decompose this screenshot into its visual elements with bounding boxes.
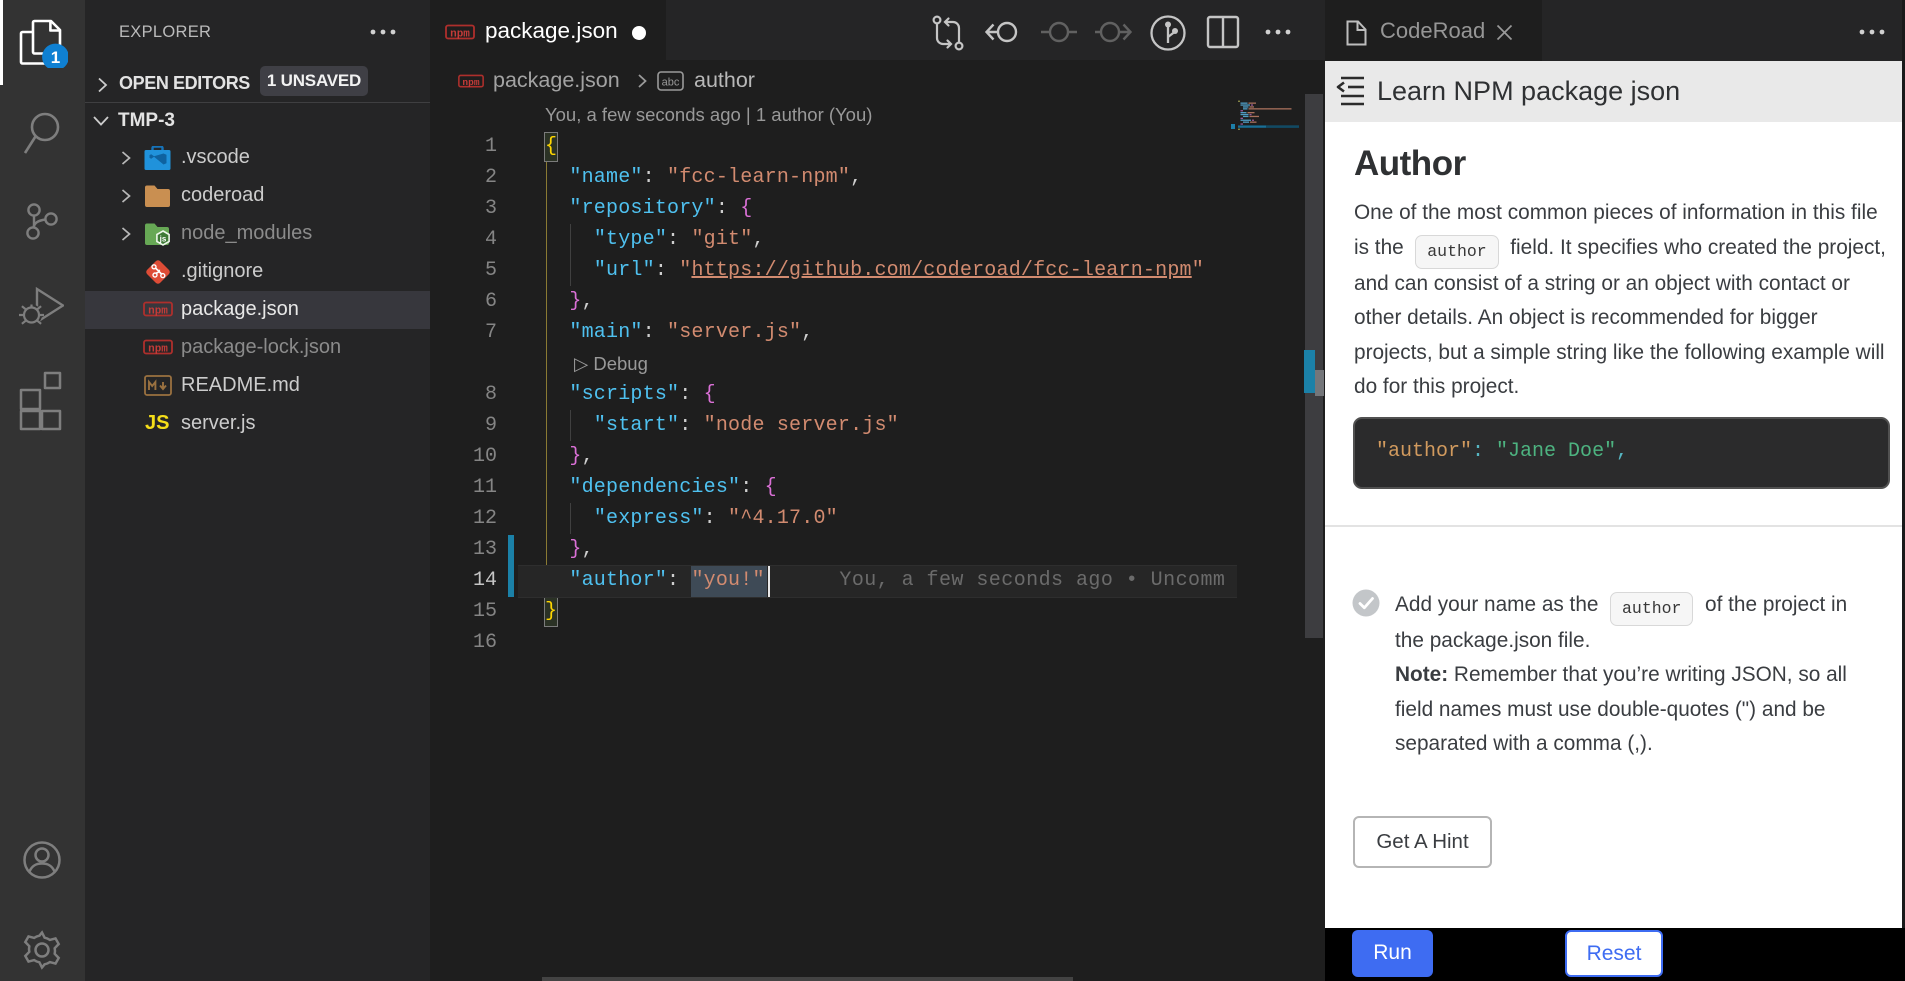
- svg-text:js: js: [159, 235, 167, 244]
- svg-text:npm: npm: [148, 344, 168, 356]
- svg-text:abc: abc: [662, 77, 680, 89]
- svg-text:npm: npm: [462, 77, 479, 88]
- svg-text:1: 1: [51, 48, 60, 67]
- svg-text:npm: npm: [148, 306, 168, 318]
- svg-text:npm: npm: [450, 29, 470, 41]
